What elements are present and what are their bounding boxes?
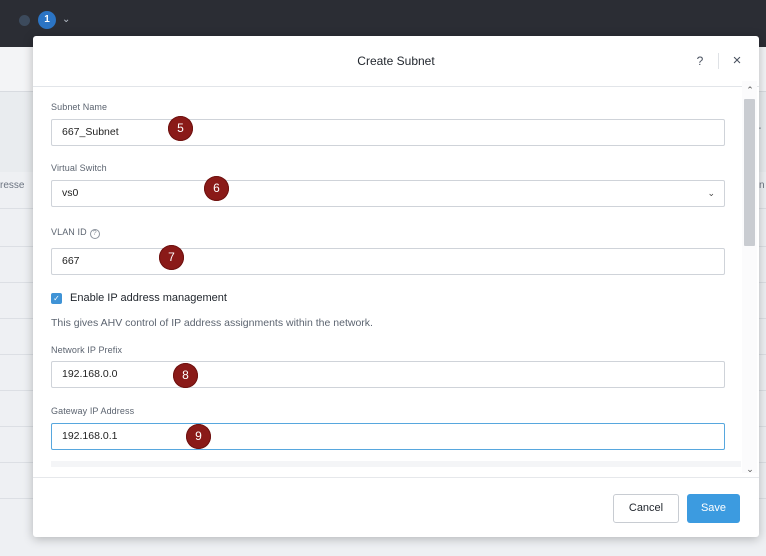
dialog-footer: Cancel Save [33,477,759,537]
chevron-down-icon: ⌄ [707,188,715,198]
gateway-ip-input[interactable]: 192.168.0.1 [51,423,725,450]
chevron-down-icon[interactable]: ⌄ [743,463,757,475]
network-ip-prefix-label: Network IP Prefix [51,345,123,355]
app-screen: 1 ⌄ resse n - Create Subnet ? × Subnet N… [0,0,766,556]
step-marker: 8 [173,363,198,388]
step-marker: 9 [186,424,211,449]
vlan-id-value: 667 [62,255,80,267]
network-ip-prefix-input[interactable]: 192.168.0.0 [51,361,725,388]
vlan-id-label: VLAN ID? [51,227,100,239]
network-ip-prefix-value: 192.168.0.0 [62,368,118,380]
question-circle-icon[interactable]: ? [89,229,100,239]
save-button[interactable]: Save [687,494,740,523]
ip-management-checkbox[interactable]: ✓ [51,293,62,304]
header-divider [718,53,719,69]
background-column-header: resse [0,180,25,191]
dialog-title: Create Subnet [357,54,435,68]
vlan-id-input[interactable]: 667 [51,248,725,275]
scrollbar-thumb[interactable] [744,99,755,246]
subnet-name-label: Subnet Name [51,102,108,112]
step-marker: 6 [204,176,229,201]
virtual-switch-label: Virtual Switch [51,163,107,173]
chevron-up-icon[interactable]: ⌃ [743,84,757,96]
virtual-switch-value: vs0 [62,187,79,199]
close-button[interactable]: × [727,51,747,71]
dialog-header: Create Subnet ? × [33,36,759,87]
subnet-name-value: 667_Subnet [62,126,119,138]
next-section-edge [51,461,741,467]
gateway-ip-value: 192.168.0.1 [62,430,118,442]
cancel-button[interactable]: Cancel [613,494,679,523]
gateway-ip-label: Gateway IP Address [51,406,135,416]
help-button[interactable]: ? [690,51,710,71]
step-marker: 5 [168,116,193,141]
background-column-header: n [759,180,765,191]
vlan-id-label-text: VLAN ID [51,227,87,237]
dialog-body[interactable]: Subnet Name 667_Subnet 5 Virtual Switch … [33,87,759,467]
app-logo-icon[interactable] [19,15,30,26]
virtual-switch-select[interactable]: vs0 ⌄ [51,180,725,207]
step-marker: 7 [159,245,184,270]
notification-badge[interactable]: 1 [38,11,56,29]
subnet-name-input[interactable]: 667_Subnet [51,119,725,146]
checkmark-icon: ✓ [53,294,60,303]
create-subnet-dialog: Create Subnet ? × Subnet Name 667_Subnet… [33,36,759,537]
ip-management-description: This gives AHV control of IP address ass… [51,317,373,329]
ip-management-label[interactable]: Enable IP address management [70,292,227,304]
chevron-down-icon[interactable]: ⌄ [62,11,70,29]
